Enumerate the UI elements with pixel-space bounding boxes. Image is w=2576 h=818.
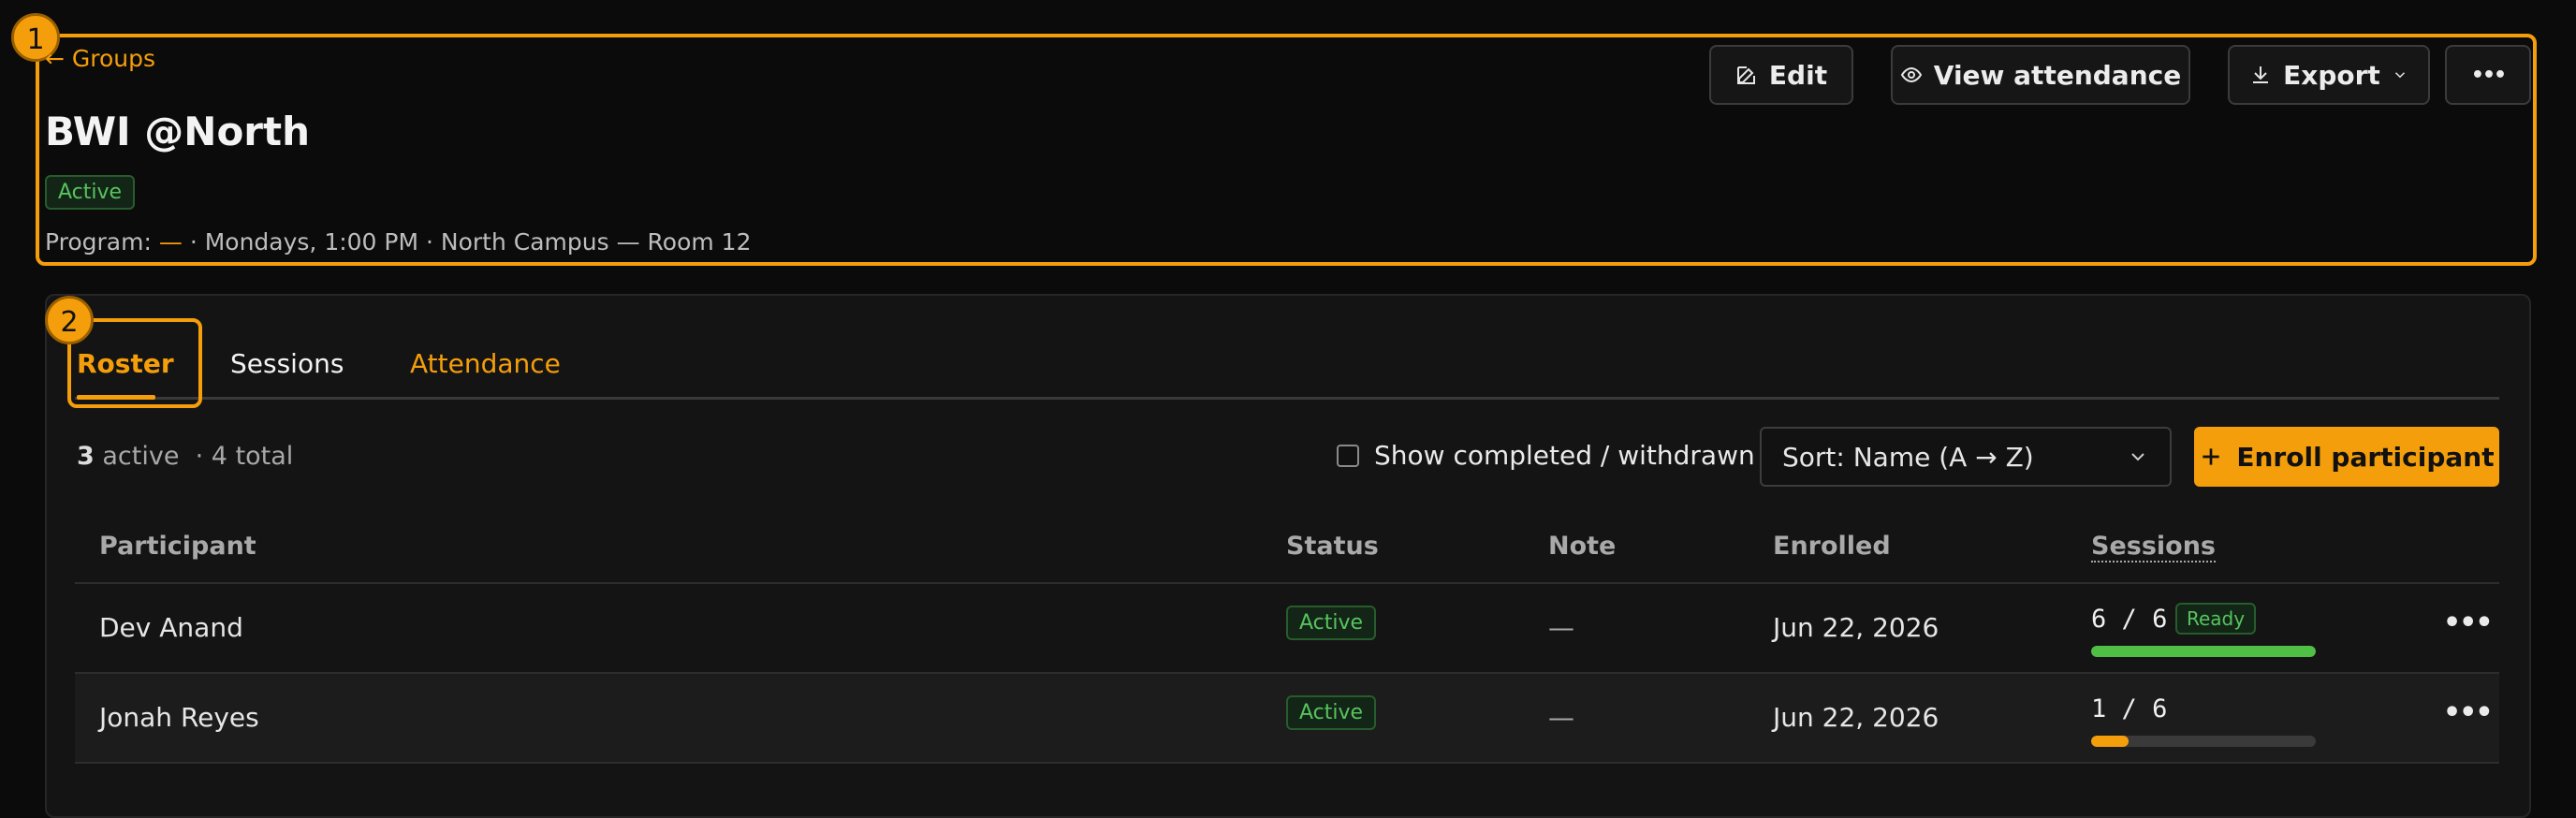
row-1-status-label: Active xyxy=(1286,606,1377,640)
row-1-sessions-total: 6 xyxy=(2152,605,2168,634)
col-note[interactable]: Note xyxy=(1548,532,1616,561)
status-badge: Active xyxy=(45,175,136,210)
more-icon: ••• xyxy=(2470,63,2507,87)
row-1-note: — xyxy=(1548,612,1574,643)
row-1-name[interactable]: Dev Anand xyxy=(99,612,243,643)
row-2-note: — xyxy=(1548,702,1574,733)
row-2-name[interactable]: Jonah Reyes xyxy=(99,702,259,733)
more-actions-button[interactable]: ••• xyxy=(2445,45,2531,105)
view-attendance-button[interactable]: View attendance xyxy=(1891,45,2190,105)
row-1-sessions-done: 6 xyxy=(2091,605,2107,634)
edit-icon xyxy=(1736,66,1755,84)
chevron-down-icon xyxy=(2394,72,2405,79)
row-1-progress-bar xyxy=(2091,646,2316,657)
active-label: active xyxy=(102,442,180,471)
col-enrolled[interactable]: Enrolled xyxy=(1773,532,1891,561)
chevron-down-icon xyxy=(2131,453,2144,461)
back-to-groups-link[interactable]: ← Groups xyxy=(45,45,155,72)
row-2-progress-bar xyxy=(2091,736,2316,747)
row-2-status-label: Active xyxy=(1286,695,1377,730)
tab-attendance[interactable]: Attendance xyxy=(410,348,561,379)
col-status[interactable]: Status xyxy=(1286,532,1379,561)
eye-icon xyxy=(1900,66,1922,83)
row-2-progress-fill xyxy=(2091,736,2129,747)
total-label: · 4 total xyxy=(195,442,294,471)
row-1-status: Active xyxy=(1286,606,1377,640)
export-button[interactable]: Export xyxy=(2228,45,2430,105)
view-attendance-label: View attendance xyxy=(1933,59,2182,91)
edit-button-label: Edit xyxy=(1768,59,1828,91)
show-completed-toggle[interactable]: Show completed / withdrawn xyxy=(1337,440,1755,471)
active-count: 3 xyxy=(77,442,95,471)
tabs-divider xyxy=(75,397,2499,400)
row-divider xyxy=(75,762,2499,764)
edit-button[interactable]: Edit xyxy=(1709,45,1853,105)
show-completed-checkbox[interactable] xyxy=(1337,444,1359,467)
row-1-enrolled: Jun 22, 2026 xyxy=(1773,612,1939,643)
sort-select[interactable]: Sort: Name (A → Z) xyxy=(1760,427,2172,487)
row-1-sessions-sep: / xyxy=(2121,605,2137,634)
row-2-sessions: 1 / 6 xyxy=(2091,694,2167,723)
row-1-sessions: 6 / 6 xyxy=(2091,605,2167,634)
row-2-more-button[interactable]: ••• xyxy=(2443,696,2494,729)
plus-icon xyxy=(2203,448,2220,465)
status-badge-label: Active xyxy=(45,175,136,210)
enroll-participant-button[interactable]: Enroll participant xyxy=(2194,427,2499,487)
col-participant[interactable]: Participant xyxy=(99,532,256,561)
tab-sessions[interactable]: Sessions xyxy=(230,348,344,379)
meta-program: — xyxy=(158,228,183,256)
row-1-more-button[interactable]: ••• xyxy=(2443,606,2494,639)
row-1-progress-fill xyxy=(2091,646,2316,657)
marker-2: 2 xyxy=(45,296,94,344)
header-divider xyxy=(75,582,2499,584)
row-2-sessions-sep: / xyxy=(2121,694,2137,723)
row-2-enrolled: Jun 22, 2026 xyxy=(1773,702,1939,733)
row-2-sessions-total: 6 xyxy=(2152,694,2168,723)
page-title: BWI @North xyxy=(45,109,310,154)
sort-select-value: Sort: Name (A → Z) xyxy=(1782,441,2034,473)
participant-counts: 3 active · 4 total xyxy=(77,442,293,471)
meta-details: · Mondays, 1:00 PM · North Campus — Room… xyxy=(189,228,752,256)
enroll-participant-label: Enroll participant xyxy=(2236,441,2495,473)
export-button-label: Export xyxy=(2283,59,2380,91)
show-completed-label: Show completed / withdrawn xyxy=(1374,440,1755,471)
group-meta: Program: — · Mondays, 1:00 PM · North Ca… xyxy=(45,228,751,256)
meta-prefix: Program: xyxy=(45,228,152,256)
row-2-sessions-done: 1 xyxy=(2091,694,2107,723)
download-icon xyxy=(2253,66,2269,83)
row-2-status: Active xyxy=(1286,695,1377,730)
row-1-ready-badge: Ready xyxy=(2175,603,2257,635)
col-sessions[interactable]: Sessions xyxy=(2091,532,2216,562)
